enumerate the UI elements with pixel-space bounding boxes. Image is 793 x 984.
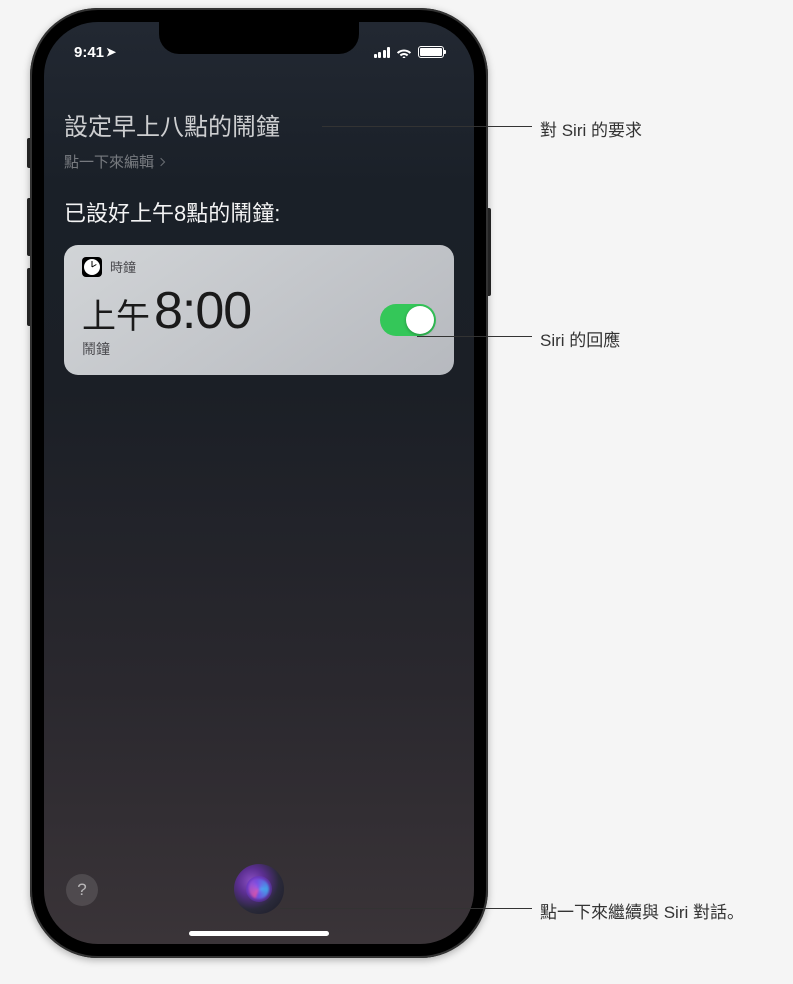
help-icon: ? bbox=[77, 880, 86, 900]
alarm-time-block: 上午 8:00 鬧鐘 bbox=[82, 281, 251, 359]
callout-response-text: Siri 的回應 bbox=[532, 328, 620, 354]
battery-icon bbox=[418, 46, 444, 58]
callout-request-text: 對 Siri 的要求 bbox=[532, 118, 642, 144]
clock-alarm-card[interactable]: 時鐘 上午 8:00 鬧鐘 bbox=[64, 245, 454, 375]
home-indicator[interactable] bbox=[189, 931, 329, 936]
callout-line bbox=[322, 126, 532, 127]
phone-screen: 9:41 ➤ 設定早上八點的鬧鐘 點一下來編輯 已設好上午8 bbox=[44, 22, 474, 944]
alarm-digits: 8:00 bbox=[154, 281, 251, 341]
status-left: 9:41 ➤ bbox=[74, 42, 116, 62]
notch bbox=[159, 22, 359, 54]
callout-continue: 點一下來繼續與 Siri 對話。 bbox=[280, 900, 744, 926]
siri-help-button[interactable]: ? bbox=[66, 874, 98, 906]
chevron-right-icon bbox=[157, 157, 165, 165]
siri-content: 設定早上八點的鬧鐘 點一下來編輯 已設好上午8點的鬧鐘: 時鐘 上午 bbox=[64, 112, 454, 375]
alarm-row: 上午 8:00 鬧鐘 bbox=[82, 281, 436, 359]
clock-app-icon bbox=[82, 257, 102, 277]
location-icon: ➤ bbox=[106, 45, 116, 59]
status-right bbox=[374, 42, 445, 62]
siri-orb-icon bbox=[246, 876, 272, 902]
alarm-period: 上午 bbox=[82, 289, 150, 338]
siri-response-text: 已設好上午8點的鬧鐘: bbox=[64, 200, 454, 229]
status-time: 9:41 bbox=[74, 44, 104, 61]
cellular-icon bbox=[374, 47, 391, 58]
wifi-icon bbox=[396, 46, 412, 58]
callout-continue-text: 點一下來繼續與 Siri 對話。 bbox=[532, 900, 744, 926]
card-header: 時鐘 bbox=[82, 257, 436, 277]
volume-up-button bbox=[27, 198, 30, 256]
alarm-time: 上午 8:00 bbox=[82, 281, 251, 341]
side-button bbox=[488, 208, 491, 296]
callout-line bbox=[280, 908, 532, 909]
tap-to-edit-hint[interactable]: 點一下來編輯 bbox=[64, 151, 454, 172]
phone-frame: 9:41 ➤ 設定早上八點的鬧鐘 點一下來編輯 已設好上午8 bbox=[30, 8, 488, 958]
alarm-label: 鬧鐘 bbox=[82, 339, 251, 359]
ringer-switch bbox=[27, 138, 30, 168]
callout-response: Siri 的回應 bbox=[417, 328, 620, 354]
callout-request: 對 Siri 的要求 bbox=[322, 118, 642, 144]
callout-line bbox=[417, 336, 532, 337]
app-name-label: 時鐘 bbox=[110, 257, 136, 276]
volume-down-button bbox=[27, 268, 30, 326]
edit-hint-label: 點一下來編輯 bbox=[64, 151, 154, 172]
siri-orb-button[interactable] bbox=[234, 864, 284, 914]
